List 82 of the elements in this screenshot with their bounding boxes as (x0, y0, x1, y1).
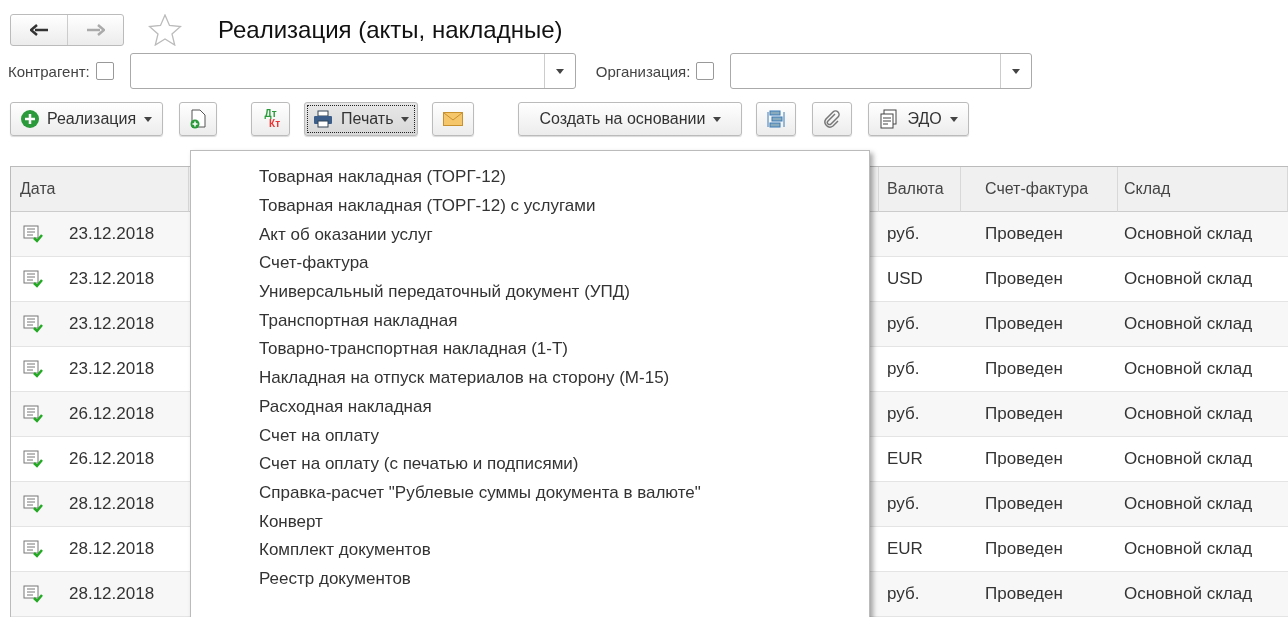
posted-document-icon (23, 450, 43, 468)
printer-icon (313, 110, 334, 128)
hierarchy-icon (766, 109, 787, 129)
date-text: 23.12.2018 (69, 314, 155, 334)
date-text: 26.12.2018 (69, 404, 155, 424)
back-arrow-icon (30, 24, 48, 36)
documents-icon (879, 109, 900, 129)
menu-item[interactable]: Комплект документов (191, 535, 869, 565)
forward-arrow-icon (86, 24, 105, 36)
copy-button[interactable] (179, 102, 218, 136)
menu-item[interactable]: Товарная накладная (ТОРГ-12) (191, 163, 869, 192)
table-cell: Основной склад (1118, 302, 1288, 347)
table-cell: Проведен (961, 572, 1118, 617)
date-text: 28.12.2018 (69, 584, 155, 604)
menu-item[interactable]: Накладная на отпуск материалов на сторону (М-15) (191, 363, 869, 393)
posted-document-icon (23, 225, 43, 243)
caret-icon (1012, 68, 1021, 74)
table-cell: Проведен (961, 392, 1118, 437)
menu-item[interactable]: Справка-расчет "Рублевые суммы документа в валюте" (191, 478, 869, 508)
table-cell: Основной склад (1118, 572, 1288, 617)
add-document-icon (189, 109, 208, 129)
window-title: Реализация (акты, накладные) (218, 16, 563, 44)
filter-checkbox[interactable] (696, 62, 715, 80)
column-header[interactable]: Дата (11, 167, 189, 212)
create-button[interactable]: Реализация (10, 102, 164, 136)
filter-label: Организация: (595, 62, 691, 80)
print-button[interactable]: Печать (304, 102, 419, 136)
posted-document-icon (23, 585, 43, 603)
column-header[interactable]: Счет-фактура (961, 167, 1118, 212)
menu-item[interactable]: Счет на оплату (с печатью и подписями) (191, 449, 869, 479)
table-cell: руб. (879, 212, 961, 257)
posted-document-icon (23, 360, 43, 378)
table-cell: Проведен (961, 212, 1118, 257)
posted-document-icon (23, 495, 43, 513)
table-cell: Основной склад (1118, 392, 1288, 437)
menu-item[interactable]: Реестр документов (191, 564, 869, 594)
table-cell: руб. (879, 572, 961, 617)
menu-item[interactable]: Универсальный передаточный документ (УПД) (191, 277, 869, 307)
date-text: 23.12.2018 (69, 269, 155, 289)
attach-button[interactable] (812, 102, 853, 136)
menu-item[interactable]: Товарная накладная (ТОРГ-12) с услугами (191, 191, 869, 221)
table-cell: руб. (879, 302, 961, 347)
table-cell: руб. (879, 392, 961, 437)
table-cell: Проведен (961, 482, 1118, 527)
posted-document-icon (23, 315, 43, 333)
menu-item[interactable]: Счет на оплату (191, 421, 869, 450)
table-cell: руб. (879, 482, 961, 527)
envelope-icon (443, 112, 464, 126)
table-cell: Основной склад (1118, 212, 1288, 257)
counterparty-field[interactable] (129, 53, 576, 89)
date-text: 23.12.2018 (69, 359, 155, 379)
caret-icon (555, 68, 564, 74)
email-button[interactable] (432, 102, 475, 136)
menu-item[interactable]: Счет-фактура (191, 249, 869, 278)
date-text: 23.12.2018 (69, 224, 155, 244)
menu-item[interactable]: Расходная накладная (191, 392, 869, 422)
date-text: 28.12.2018 (69, 539, 155, 559)
plus-icon (21, 110, 39, 128)
paperclip-icon (823, 110, 842, 128)
column-header[interactable]: Валюта (879, 167, 961, 212)
date-text: 28.12.2018 (69, 494, 155, 514)
organization-field[interactable] (730, 53, 1033, 89)
posted-document-icon (23, 270, 43, 288)
menu-item[interactable]: Товарно-транспортная накладная (1-Т) (191, 335, 869, 364)
edo-button[interactable]: ЭДО (868, 102, 969, 136)
menu-item[interactable]: Акт об оказании услуг (191, 220, 869, 250)
debit-label: Дт (263, 109, 277, 119)
posted-document-icon (23, 405, 43, 423)
structure-button[interactable] (756, 102, 797, 136)
debit-credit-button[interactable]: Дт Кт (251, 102, 291, 136)
table-cell: Проведен (961, 302, 1118, 347)
column-header[interactable]: Склад (1118, 167, 1288, 212)
create-based-on-button[interactable]: Создать на основании (518, 102, 743, 136)
star-icon[interactable] (148, 14, 182, 46)
filter-label: Контрагент: (8, 62, 90, 80)
date-text: 26.12.2018 (69, 449, 155, 469)
table-cell: Основной склад (1118, 482, 1288, 527)
credit-label: Кт (269, 119, 281, 129)
menu-item[interactable]: Транспортная накладная (191, 306, 869, 336)
menu-item[interactable]: Конверт (191, 507, 869, 536)
filter-checkbox[interactable] (95, 62, 114, 80)
posted-document-icon (23, 540, 43, 558)
